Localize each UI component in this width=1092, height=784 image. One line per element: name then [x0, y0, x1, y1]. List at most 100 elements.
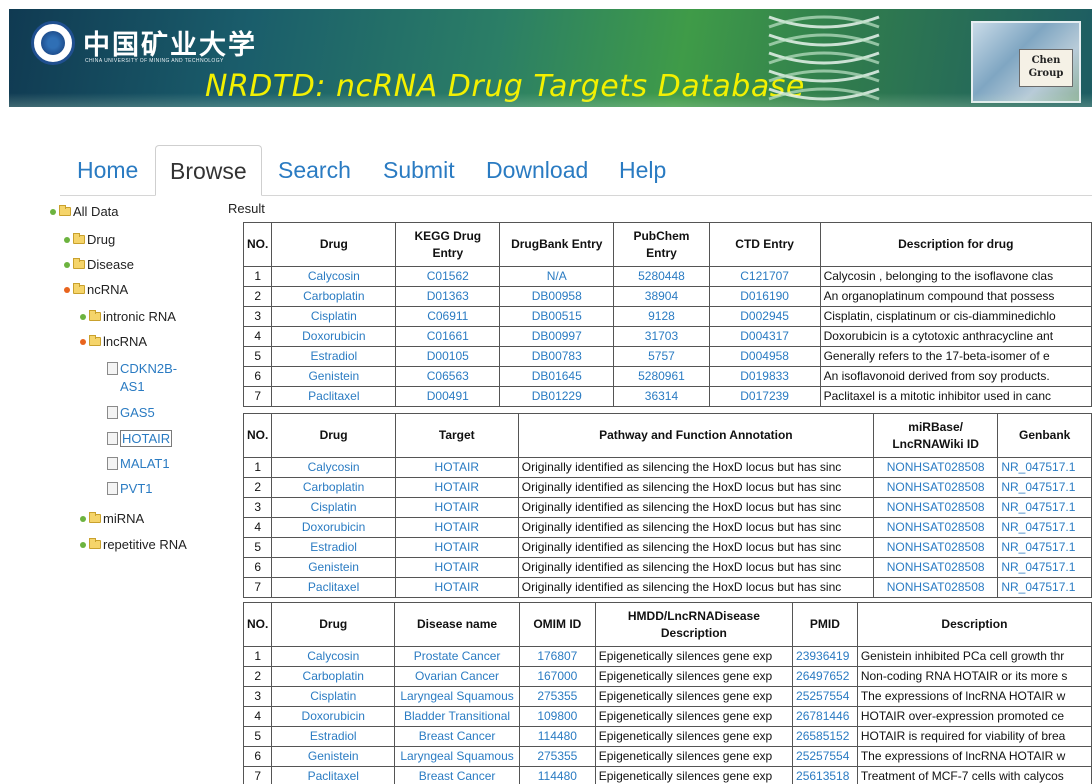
omim-link[interactable]: 114480 — [518, 726, 596, 747]
disease-link[interactable]: Breast Cancer — [394, 726, 520, 747]
genbank-link[interactable]: NR_047517.1 — [997, 537, 1092, 558]
drugbank-link[interactable]: DB00515 — [499, 306, 615, 327]
target-link[interactable]: HOTAIR — [394, 577, 519, 598]
genbank-link[interactable]: NR_047517.1 — [997, 477, 1092, 498]
target-link[interactable]: HOTAIR — [394, 557, 519, 578]
drug-link[interactable]: Carboplatin — [271, 666, 396, 687]
drugbank-link[interactable]: DB00958 — [499, 286, 615, 307]
omim-link[interactable]: 167000 — [518, 666, 596, 687]
drug-link[interactable]: Cisplatin — [271, 686, 396, 707]
tree-leaf-cdkn2b-as1[interactable]: CDKN2B-AS1 — [107, 360, 182, 396]
target-link[interactable]: HOTAIR — [394, 477, 519, 498]
disease-link[interactable]: Laryngeal Squamous — [394, 686, 520, 707]
kegg-link[interactable]: C06911 — [395, 306, 501, 327]
drug-link[interactable]: Estradiol — [271, 726, 396, 747]
drug-link[interactable]: Paclitaxel — [271, 577, 396, 598]
pubchem-link[interactable]: 38904 — [613, 286, 710, 307]
tab-search[interactable]: Search — [278, 145, 351, 196]
disease-link[interactable]: Bladder Transitional — [394, 706, 520, 727]
drugbank-link[interactable]: DB00997 — [499, 326, 615, 347]
ctd-link[interactable]: D004958 — [708, 346, 821, 367]
tab-home[interactable]: Home — [77, 145, 138, 196]
pubchem-link[interactable]: 5280961 — [613, 366, 710, 387]
kegg-link[interactable]: C01562 — [395, 266, 501, 287]
drug-link[interactable]: Carboplatin — [271, 286, 397, 307]
drug-link[interactable]: Genistein — [271, 366, 397, 387]
omim-link[interactable]: 275355 — [518, 746, 596, 767]
tab-submit[interactable]: Submit — [383, 145, 455, 196]
genbank-link[interactable]: NR_047517.1 — [997, 497, 1092, 518]
drug-link[interactable]: Cisplatin — [271, 306, 397, 327]
drug-link[interactable]: Doxorubicin — [271, 706, 396, 727]
tab-browse[interactable]: Browse — [155, 145, 262, 196]
mirbase-link[interactable]: NONHSAT028508 — [872, 517, 999, 538]
pubchem-link[interactable]: 31703 — [613, 326, 710, 347]
mirbase-link[interactable]: NONHSAT028508 — [872, 497, 999, 518]
pmid-link[interactable]: 26585152 — [792, 726, 858, 747]
ctd-link[interactable]: D019833 — [708, 366, 821, 387]
tree-node-ncrna[interactable]: ncRNA — [64, 282, 128, 297]
kegg-link[interactable]: D01363 — [395, 286, 501, 307]
drug-link[interactable]: Genistein — [271, 746, 396, 767]
tree-leaf-malat1[interactable]: MALAT1 — [107, 456, 170, 471]
drug-link[interactable]: Genistein — [271, 557, 396, 578]
genbank-link[interactable]: NR_047517.1 — [997, 457, 1092, 478]
kegg-link[interactable]: D00105 — [395, 346, 501, 367]
disease-link[interactable]: Prostate Cancer — [394, 646, 520, 667]
drugbank-link[interactable]: DB00783 — [499, 346, 615, 367]
drug-link[interactable]: Estradiol — [271, 346, 397, 367]
tree-node-mirna[interactable]: miRNA — [80, 511, 144, 526]
ctd-link[interactable]: D016190 — [708, 286, 821, 307]
ctd-link[interactable]: D017239 — [708, 386, 821, 407]
tab-download[interactable]: Download — [486, 145, 588, 196]
pubchem-link[interactable]: 5280448 — [613, 266, 710, 287]
ctd-link[interactable]: C121707 — [708, 266, 821, 287]
tree-node-repetitive-rna[interactable]: repetitive RNA — [80, 537, 187, 552]
tree-leaf-gas5[interactable]: GAS5 — [107, 405, 155, 420]
kegg-link[interactable]: D00491 — [395, 386, 501, 407]
ctd-link[interactable]: D004317 — [708, 326, 821, 347]
genbank-link[interactable]: NR_047517.1 — [997, 517, 1092, 538]
pubchem-link[interactable]: 5757 — [613, 346, 710, 367]
drugbank-link[interactable]: DB01645 — [499, 366, 615, 387]
tree-node-lncrna[interactable]: lncRNA — [80, 334, 147, 349]
pmid-link[interactable]: 25257554 — [792, 746, 858, 767]
pmid-link[interactable]: 26781446 — [792, 706, 858, 727]
drug-link[interactable]: Paclitaxel — [271, 386, 397, 407]
omim-link[interactable]: 275355 — [518, 686, 596, 707]
drug-link[interactable]: Estradiol — [271, 537, 396, 558]
genbank-link[interactable]: NR_047517.1 — [997, 557, 1092, 578]
omim-link[interactable]: 114480 — [518, 766, 596, 784]
kegg-link[interactable]: C01661 — [395, 326, 501, 347]
tree-node-intronic-rna[interactable]: intronic RNA — [80, 309, 176, 324]
drug-link[interactable]: Doxorubicin — [271, 517, 396, 538]
mirbase-link[interactable]: NONHSAT028508 — [872, 457, 999, 478]
ctd-link[interactable]: D002945 — [708, 306, 821, 327]
tree-node-all-data[interactable]: All Data — [50, 204, 119, 219]
pmid-link[interactable]: 25257554 — [792, 686, 858, 707]
pmid-link[interactable]: 23936419 — [792, 646, 858, 667]
mirbase-link[interactable]: NONHSAT028508 — [872, 557, 999, 578]
genbank-link[interactable]: NR_047517.1 — [997, 577, 1092, 598]
omim-link[interactable]: 176807 — [518, 646, 596, 667]
drug-link[interactable]: Doxorubicin — [271, 326, 397, 347]
target-link[interactable]: HOTAIR — [394, 517, 519, 538]
pubchem-link[interactable]: 9128 — [613, 306, 710, 327]
disease-link[interactable]: Ovarian Cancer — [394, 666, 520, 687]
disease-link[interactable]: Breast Cancer — [394, 766, 520, 784]
tree-node-drug[interactable]: Drug — [64, 232, 115, 247]
pmid-link[interactable]: 26497652 — [792, 666, 858, 687]
omim-link[interactable]: 109800 — [518, 706, 596, 727]
drugbank-link[interactable]: N/A — [499, 266, 615, 287]
target-link[interactable]: HOTAIR — [394, 497, 519, 518]
mirbase-link[interactable]: NONHSAT028508 — [872, 477, 999, 498]
drug-link[interactable]: Calycosin — [271, 266, 397, 287]
drug-link[interactable]: Carboplatin — [271, 477, 396, 498]
pmid-link[interactable]: 25613518 — [792, 766, 858, 784]
tree-node-disease[interactable]: Disease — [64, 257, 134, 272]
kegg-link[interactable]: C06563 — [395, 366, 501, 387]
mirbase-link[interactable]: NONHSAT028508 — [872, 537, 999, 558]
tab-help[interactable]: Help — [619, 145, 666, 196]
drugbank-link[interactable]: DB01229 — [499, 386, 615, 407]
disease-link[interactable]: Laryngeal Squamous — [394, 746, 520, 767]
